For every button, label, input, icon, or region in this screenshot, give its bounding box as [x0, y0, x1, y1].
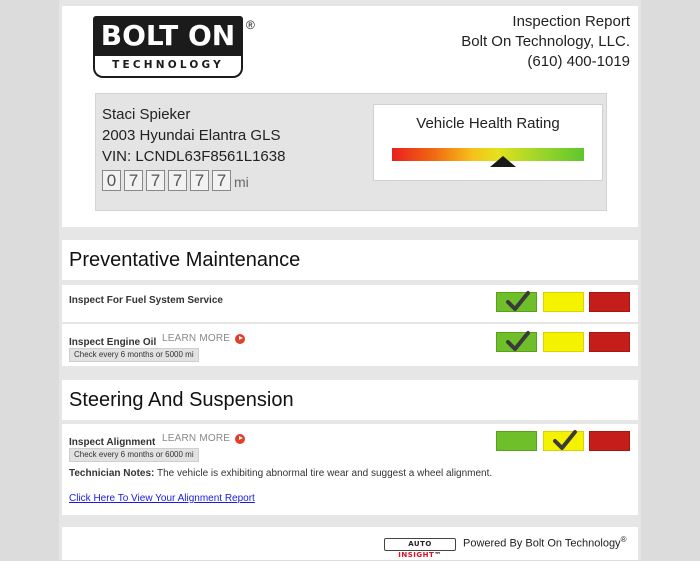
autoinsight-logo-auto: AUTO — [408, 540, 432, 548]
status-indicator — [496, 291, 630, 312]
vehicle-vin: VIN: LCNDL63F8561L1638 — [102, 148, 286, 165]
odometer-digit: 7 — [146, 170, 165, 191]
technician-notes: Technician Notes: The vehicle is exhibit… — [69, 468, 492, 479]
status-green — [496, 291, 537, 312]
alignment-report-link[interactable]: Click Here To View Your Alignment Report — [69, 493, 255, 504]
technician-notes-text: The vehicle is exhibiting abnormal tire … — [154, 468, 493, 479]
inspection-item-alignment: Inspect Alignment LEARN MORE Check every… — [62, 424, 638, 515]
inspection-item-fuel-system: Inspect For Fuel System Service — [62, 285, 638, 322]
vehicle-info: Staci Spieker 2003 Hyundai Elantra GLS V… — [102, 104, 285, 191]
status-red — [589, 431, 630, 451]
checkmark-icon — [506, 331, 530, 351]
status-yellow — [542, 292, 584, 312]
inspection-item-label: Inspect Alignment — [69, 437, 156, 448]
odometer-unit: mi — [234, 174, 249, 190]
inspection-item-engine-oil: Inspect Engine Oil LEARN MORE Check ever… — [62, 324, 638, 366]
odometer-digit: 7 — [124, 170, 143, 191]
customer-name: Staci Spieker — [102, 106, 191, 123]
odometer-digit: 7 — [212, 170, 231, 191]
powered-by-reg: ® — [620, 535, 627, 544]
health-rating-title: Vehicle Health Rating — [416, 115, 560, 132]
registered-mark: ® — [246, 18, 255, 32]
vehicle-health-rating: Vehicle Health Rating — [373, 104, 603, 181]
status-green — [496, 331, 537, 352]
learn-more-link[interactable]: LEARN MORE — [162, 333, 246, 344]
odometer: 0 7 7 7 7 7 mi — [102, 170, 285, 191]
checkmark-icon — [552, 430, 577, 450]
autoinsight-logo-insight: INSIGHT — [398, 551, 435, 559]
status-red — [589, 332, 630, 352]
section-title: Preventative Maintenance — [69, 249, 301, 271]
logo-subtitle: TECHNOLOGY — [93, 56, 243, 78]
status-yellow — [542, 332, 584, 352]
technician-notes-label: Technician Notes: — [69, 468, 155, 479]
status-yellow — [542, 430, 584, 451]
play-icon — [235, 333, 246, 344]
vehicle-model: 2003 Hyundai Elantra GLS — [102, 127, 281, 144]
section-title: Steering And Suspension — [69, 389, 294, 411]
section-header-steering-suspension: Steering And Suspension — [62, 380, 638, 420]
company-name: Bolt On Technology, LLC. — [461, 33, 630, 50]
learn-more-link[interactable]: LEARN MORE — [162, 433, 246, 444]
logo-wordmark: BOLT ON — [93, 16, 243, 56]
vehicle-summary: Staci Spieker 2003 Hyundai Elantra GLS V… — [95, 93, 607, 211]
powered-by-text: Powered By Bolt On Technology® — [463, 535, 626, 550]
report-header: BOLT ON TECHNOLOGY ® Inspection Report B… — [62, 6, 638, 227]
status-indicator — [496, 430, 630, 451]
learn-more-label: LEARN MORE — [162, 333, 231, 344]
odometer-digit: 7 — [168, 170, 187, 191]
status-indicator — [496, 331, 630, 352]
odometer-digit: 7 — [190, 170, 209, 191]
autoinsight-logo: AUTO INSIGHT™ — [384, 538, 456, 559]
checkmark-icon — [506, 291, 530, 311]
odometer-digit: 0 — [102, 170, 121, 191]
powered-by-label: Powered By Bolt On Technology — [463, 537, 621, 550]
report-title: Inspection Report — [512, 13, 630, 30]
service-interval-badge: Check every 6 months or 6000 mi — [69, 448, 199, 462]
play-icon — [235, 433, 246, 444]
inspection-item-label: Inspect Engine Oil — [69, 337, 157, 348]
company-phone: (610) 400-1019 — [527, 53, 630, 70]
report-footer: AUTO INSIGHT™ Powered By Bolt On Technol… — [62, 527, 638, 560]
health-rating-pointer-icon — [490, 156, 517, 167]
autoinsight-logo-tm: ™ — [434, 551, 442, 559]
company-info: Inspection Report Bolt On Technology, LL… — [461, 12, 630, 72]
status-green — [496, 431, 537, 451]
bolt-on-logo: BOLT ON TECHNOLOGY — [93, 16, 243, 80]
status-red — [589, 292, 630, 312]
learn-more-label: LEARN MORE — [162, 433, 231, 444]
service-interval-badge: Check every 6 months or 5000 mi — [69, 348, 199, 362]
inspection-item-label: Inspect For Fuel System Service — [69, 295, 223, 306]
health-rating-bar — [392, 148, 584, 161]
section-header-preventative-maintenance: Preventative Maintenance — [62, 240, 638, 280]
